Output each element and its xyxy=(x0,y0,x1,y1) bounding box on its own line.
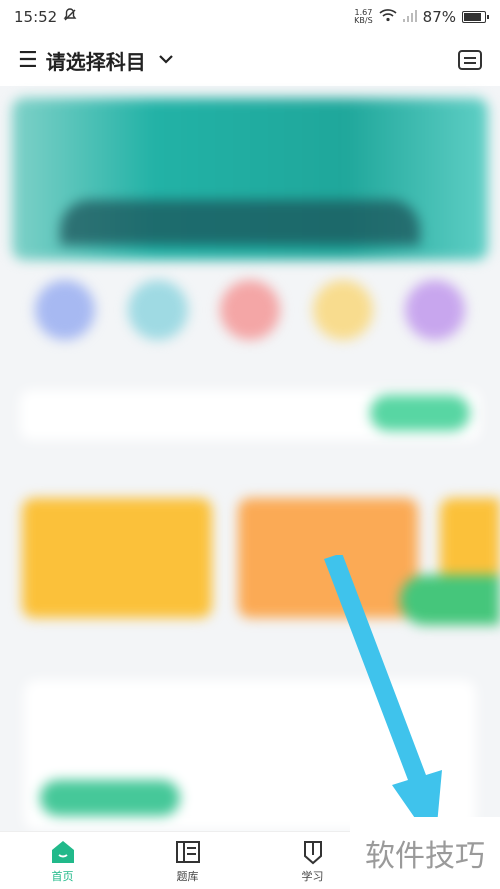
mute-icon xyxy=(63,8,77,26)
tab-home[interactable]: 首页 xyxy=(0,832,125,889)
clock: 15:52 xyxy=(14,8,58,26)
signal-icon xyxy=(402,9,417,25)
battery-icon xyxy=(462,11,489,23)
green-pill xyxy=(370,395,470,431)
category-circle xyxy=(35,280,95,340)
message-icon[interactable] xyxy=(458,50,482,70)
category-circle xyxy=(128,280,188,340)
tab-question-bank[interactable]: 题库 xyxy=(125,832,250,889)
tab-question-bank-label: 题库 xyxy=(176,869,199,883)
net-speed: 1.67 KB/S xyxy=(354,8,373,25)
arrow-annotation xyxy=(324,555,442,847)
pencil-icon xyxy=(299,838,327,866)
app-header: ☰ 请选择科目 xyxy=(0,34,500,86)
chevron-down-icon xyxy=(158,52,174,68)
home-icon xyxy=(49,838,77,866)
subject-selector[interactable]: ☰ 请选择科目 xyxy=(18,46,174,75)
book-icon xyxy=(174,838,202,866)
menu-icon: ☰ xyxy=(18,47,38,73)
tab-study-label: 学习 xyxy=(301,869,324,883)
category-circle xyxy=(405,280,465,340)
course-card xyxy=(22,498,212,618)
category-circle xyxy=(220,280,280,340)
category-circle xyxy=(313,280,373,340)
battery-percent: 87% xyxy=(422,8,456,26)
watermark-text: 软件技巧 xyxy=(350,817,500,889)
status-bar: 15:52 1.67 KB/S 87% xyxy=(0,0,500,34)
banner-graphic xyxy=(60,200,420,245)
panel-button xyxy=(40,780,180,816)
subject-title: 请选择科目 xyxy=(45,49,146,74)
wifi-icon xyxy=(379,8,397,26)
tab-home-label: 首页 xyxy=(51,869,74,883)
